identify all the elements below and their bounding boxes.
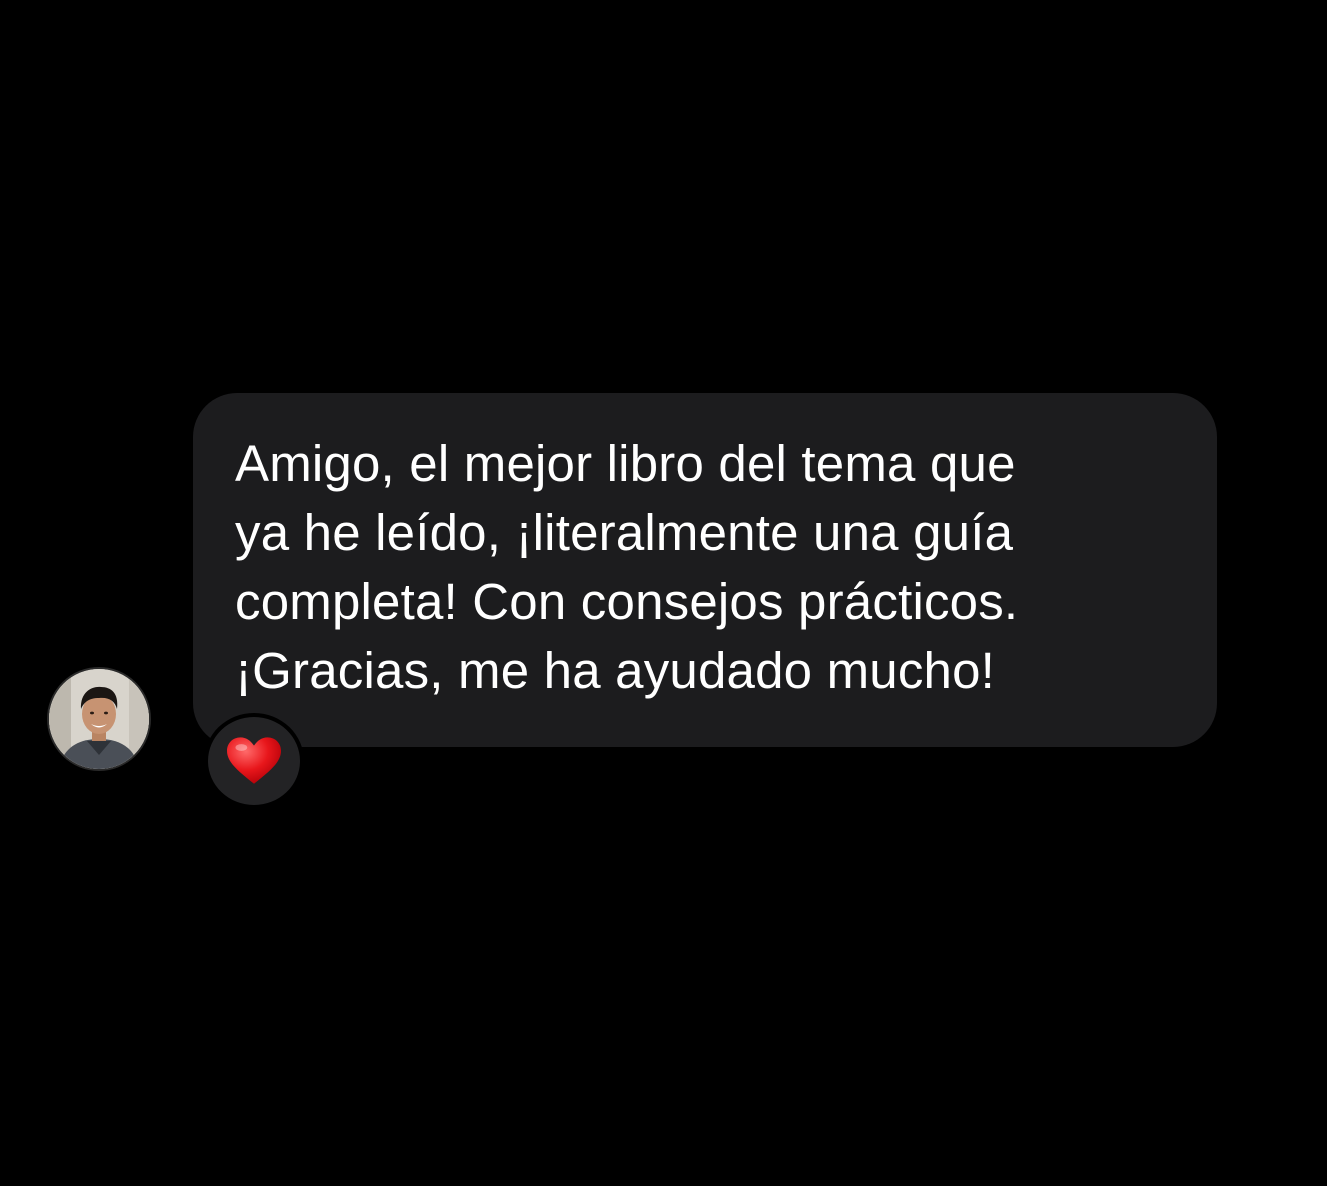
message-text-line-4: ¡Gracias, me ha ayudado mucho! <box>235 642 996 699</box>
sender-avatar[interactable] <box>47 667 151 771</box>
message-text-line-1: Amigo, el mejor libro del tema que <box>235 435 1016 492</box>
message-text-line-3: completa! Con consejos prácticos. <box>235 573 1019 630</box>
red-heart-icon <box>227 737 281 784</box>
message-reaction[interactable] <box>204 713 304 809</box>
user-avatar-photo <box>49 669 149 769</box>
message-text-line-2: ya he leído, ¡literalmente una guía <box>235 504 1014 561</box>
message-bubble[interactable]: Amigo, el mejor libro del tema que ya he… <box>193 393 1217 747</box>
